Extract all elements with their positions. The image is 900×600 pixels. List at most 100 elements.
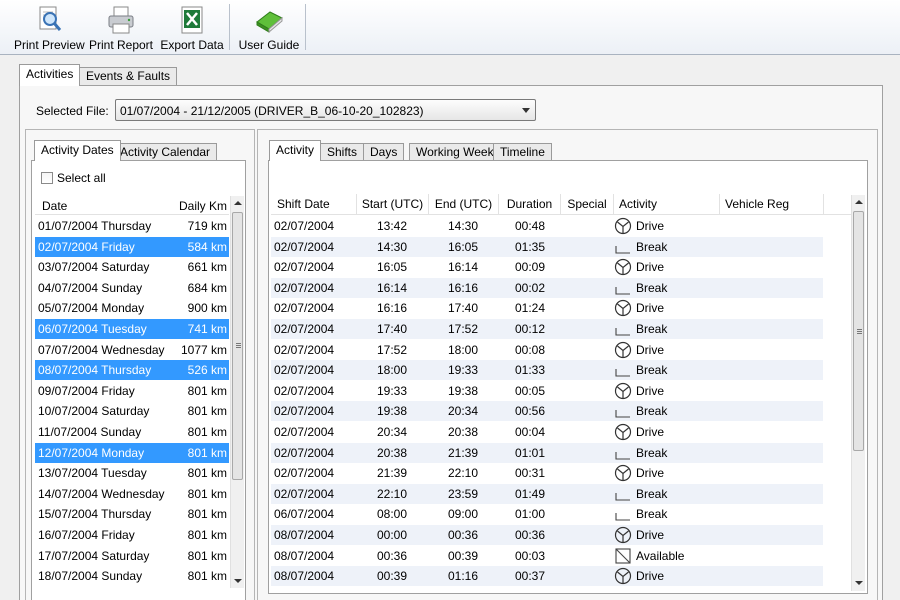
scroll-up-icon[interactable]	[234, 201, 242, 205]
list-item[interactable]: 09/07/2004 Friday 801 km	[35, 380, 229, 401]
tab-events-faults[interactable]: Events & Faults	[79, 67, 178, 85]
activity-cell: Break	[636, 507, 668, 522]
end-time-cell: 23:59	[447, 486, 479, 501]
book-icon	[256, 11, 283, 34]
activity-cell: Drive	[636, 342, 665, 357]
tab-timeline[interactable]: Timeline	[493, 143, 552, 160]
date-cell: 15/07/2004 Thursday	[38, 507, 152, 522]
table-row[interactable]: 08/07/2004 00:39 01:16 00:37 Drive	[271, 566, 823, 587]
scroll-down-icon[interactable]	[855, 581, 863, 585]
break-icon	[614, 361, 632, 379]
list-item[interactable]: 02/07/2004 Friday 584 km	[35, 236, 229, 257]
end-time-cell: 19:33	[447, 363, 479, 378]
tab-days[interactable]: Days	[363, 143, 405, 160]
export-data-button[interactable]: Export Data	[160, 2, 224, 52]
column-header-duration[interactable]: Duration	[499, 194, 561, 215]
tab-activity[interactable]: Activity	[269, 140, 322, 161]
list-item[interactable]: 04/07/2004 Sunday 684 km	[35, 277, 229, 298]
table-row[interactable]: 02/07/2004 16:14 16:16 00:02 Break	[271, 277, 823, 298]
list-item[interactable]: 17/07/2004 Saturday 801 km	[35, 545, 229, 566]
list-item[interactable]: 11/07/2004 Sunday 801 km	[35, 422, 229, 442]
date-cell: 14/07/2004 Wednesday	[38, 486, 165, 501]
list-item[interactable]: 01/07/2004 Thursday 719 km	[35, 216, 229, 236]
list-item[interactable]: 13/07/2004 Tuesday 801 km	[35, 463, 229, 484]
start-time-cell: 00:00	[376, 528, 408, 542]
list-item[interactable]: 08/07/2004 Thursday 526 km	[35, 360, 229, 381]
list-item[interactable]: 18/07/2004 Sunday 801 km	[35, 566, 229, 587]
select-all-checkbox[interactable]	[41, 172, 53, 184]
duration-cell: 01:24	[514, 301, 546, 316]
tab-activities[interactable]: Activities	[19, 64, 81, 86]
activity-cell: Drive	[636, 425, 665, 439]
date-list-scrollbar[interactable]	[230, 196, 244, 588]
activity-cell: Break	[636, 445, 668, 460]
tab-shifts[interactable]: Shifts	[320, 143, 365, 160]
print-report-button[interactable]: Print Report	[88, 2, 154, 52]
print-preview-button[interactable]: Print Preview	[14, 2, 85, 52]
list-item[interactable]: 05/07/2004 Monday 900 km	[35, 298, 229, 319]
column-header-shift-date[interactable]: Shift Date	[271, 194, 357, 215]
table-row[interactable]: 02/07/2004 17:52 18:00 00:08 Drive	[271, 339, 823, 360]
tab-working-week[interactable]: Working Week	[409, 143, 501, 160]
drive-icon	[614, 299, 632, 317]
shift-date-cell: 02/07/2004	[274, 342, 335, 357]
table-row[interactable]: 06/07/2004 08:00 09:00 01:00 Break	[271, 504, 823, 525]
start-time-cell: 00:39	[376, 569, 408, 584]
activity-cell: Drive	[636, 383, 665, 398]
list-item[interactable]: 10/07/2004 Saturday 801 km	[35, 401, 229, 422]
scroll-thumb[interactable]	[853, 211, 864, 451]
shift-date-cell: 02/07/2004	[274, 466, 335, 481]
daily-km-cell: 584 km	[187, 239, 227, 254]
column-header-activity[interactable]: Activity	[614, 194, 720, 215]
column-header-special[interactable]: Special	[561, 194, 614, 215]
column-header-daily-km[interactable]: Daily Km	[179, 199, 227, 213]
table-row[interactable]: 08/07/2004 00:36 00:39 00:03 Available	[271, 545, 823, 566]
tab-activity-dates[interactable]: Activity Dates	[34, 140, 121, 161]
table-row[interactable]: 02/07/2004 14:30 16:05 01:35 Break	[271, 236, 823, 257]
table-row[interactable]: 02/07/2004 16:16 17:40 01:24 Drive	[271, 298, 823, 319]
activity-cell: Available	[636, 548, 685, 563]
list-item[interactable]: 03/07/2004 Saturday 661 km	[35, 257, 229, 278]
tab-activity-calendar[interactable]: Activity Calendar	[113, 143, 218, 160]
table-row[interactable]: 02/07/2004 13:42 14:30 00:48 Drive	[271, 216, 823, 236]
break-icon	[614, 279, 632, 297]
column-header-date[interactable]: Date	[42, 199, 67, 213]
table-row[interactable]: 02/07/2004 20:34 20:38 00:04 Drive	[271, 422, 823, 442]
start-time-cell: 20:34	[376, 425, 408, 439]
duration-cell: 01:35	[514, 239, 546, 254]
date-cell: 17/07/2004 Saturday	[38, 548, 150, 563]
table-row[interactable]: 02/07/2004 22:10 23:59 01:49 Break	[271, 483, 823, 504]
print-report-label: Print Report	[88, 38, 154, 52]
list-item[interactable]: 06/07/2004 Tuesday 741 km	[35, 319, 229, 339]
list-item[interactable]: 12/07/2004 Monday 801 km	[35, 442, 229, 463]
shift-date-cell: 02/07/2004	[274, 260, 335, 275]
list-item[interactable]: 07/07/2004 Wednesday 1077 km	[35, 339, 229, 360]
selected-file-dropdown[interactable]: 01/07/2004 - 21/12/2005 (DRIVER_B_06-10-…	[115, 99, 536, 121]
scroll-down-icon[interactable]	[234, 579, 242, 583]
activity-table-scrollbar[interactable]	[851, 195, 865, 591]
table-row[interactable]: 02/07/2004 18:00 19:33 01:33 Break	[271, 360, 823, 381]
column-header-start[interactable]: Start (UTC)	[357, 194, 429, 215]
column-header-end[interactable]: End (UTC)	[429, 194, 499, 215]
table-row[interactable]: 08/07/2004 00:00 00:36 00:36 Drive	[271, 525, 823, 545]
table-row[interactable]: 02/07/2004 17:40 17:52 00:12 Break	[271, 319, 823, 339]
table-row[interactable]: 02/07/2004 19:38 20:34 00:56 Break	[271, 401, 823, 422]
list-item[interactable]: 14/07/2004 Wednesday 801 km	[35, 483, 229, 504]
list-item[interactable]: 16/07/2004 Friday 801 km	[35, 525, 229, 545]
table-row[interactable]: 02/07/2004 21:39 22:10 00:31 Drive	[271, 463, 823, 484]
column-header-vehicle-reg[interactable]: Vehicle Reg	[720, 194, 824, 215]
table-row[interactable]: 02/07/2004 19:33 19:38 00:05 Drive	[271, 380, 823, 401]
scroll-thumb[interactable]	[232, 212, 243, 480]
user-guide-button[interactable]: User Guide	[238, 2, 300, 52]
scroll-up-icon[interactable]	[855, 200, 863, 204]
chevron-down-icon	[522, 108, 530, 113]
daily-km-cell: 801 km	[187, 445, 227, 460]
list-item[interactable]: 15/07/2004 Thursday 801 km	[35, 504, 229, 525]
end-time-cell: 18:00	[447, 342, 479, 357]
table-row[interactable]: 02/07/2004 20:38 21:39 01:01 Break	[271, 442, 823, 463]
start-time-cell: 18:00	[376, 363, 408, 378]
date-cell: 03/07/2004 Saturday	[38, 260, 150, 275]
drive-icon	[614, 526, 632, 544]
break-icon	[614, 505, 632, 523]
table-row[interactable]: 02/07/2004 16:05 16:14 00:09 Drive	[271, 257, 823, 278]
